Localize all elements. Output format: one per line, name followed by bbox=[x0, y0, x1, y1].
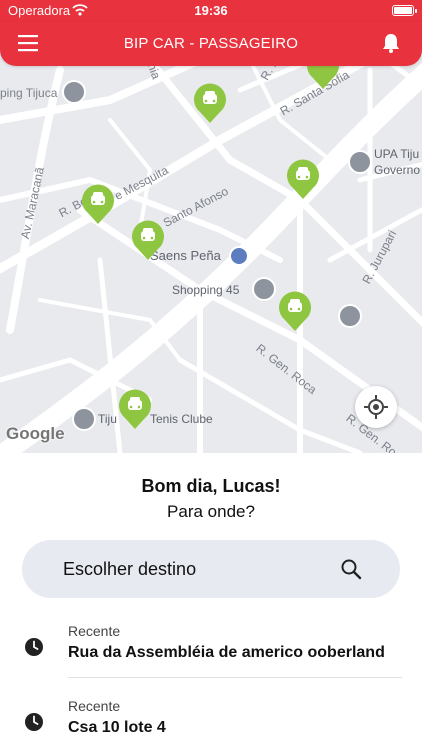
recent-label: Recente bbox=[68, 623, 121, 639]
place-label-upa: UPA Tiju bbox=[374, 147, 420, 161]
search-icon bbox=[341, 559, 362, 580]
car-marker-icon[interactable] bbox=[286, 158, 320, 200]
clock-icon bbox=[25, 638, 43, 656]
greeting-text: Bom dia, Lucas! bbox=[141, 476, 281, 496]
recent-label: Recente bbox=[68, 698, 121, 714]
place-label-tijuca: ping Tijuca bbox=[0, 86, 58, 100]
recent-address: Csa 10 lote 4 bbox=[68, 719, 166, 736]
metro-station-icon[interactable] bbox=[229, 246, 249, 266]
place-label-upa-line2: Governo bbox=[374, 163, 421, 177]
list-divider bbox=[68, 677, 402, 678]
destination-panel: Bom dia, Lucas! Para onde? Escolher dest… bbox=[0, 453, 422, 750]
battery-icon bbox=[392, 5, 417, 16]
clock-icon bbox=[25, 713, 43, 731]
car-marker-icon[interactable] bbox=[193, 82, 227, 124]
place-label-shopping: Shopping 45 bbox=[172, 283, 240, 297]
car-marker-icon[interactable] bbox=[278, 290, 312, 332]
recent-destination-item[interactable]: Recente Rua da Assembléia de americo oob… bbox=[0, 611, 422, 673]
search-placeholder: Escolher destino bbox=[63, 559, 197, 579]
my-location-button[interactable] bbox=[355, 386, 397, 428]
crosshair-icon bbox=[364, 395, 388, 419]
header-title: BIP CAR - PASSAGEIRO bbox=[123, 35, 299, 52]
destination-search-input[interactable]: Escolher destino bbox=[22, 540, 400, 598]
hospital-poi-icon[interactable] bbox=[348, 150, 372, 174]
place-label-tenis: Tiju bbox=[98, 412, 117, 426]
shopping-poi-icon[interactable] bbox=[252, 277, 276, 301]
destination-question: Para onde? bbox=[167, 502, 255, 521]
car-marker-icon[interactable] bbox=[118, 388, 152, 430]
parking-poi-icon[interactable] bbox=[62, 80, 86, 104]
google-attribution-logo: Google bbox=[6, 424, 65, 443]
app-header: BIP CAR - PASSAGEIRO bbox=[0, 22, 422, 66]
hotel-poi-icon[interactable] bbox=[338, 304, 362, 328]
place-label-tenis-rest: Tenis Clube bbox=[150, 412, 213, 426]
car-marker-icon[interactable] bbox=[131, 219, 165, 261]
car-marker-icon[interactable] bbox=[81, 183, 115, 225]
club-poi-icon[interactable] bbox=[72, 407, 96, 431]
clock-time: 19:36 bbox=[194, 3, 228, 18]
bell-icon[interactable] bbox=[380, 32, 402, 54]
recent-address: Rua da Assembléia de americo ooberland bbox=[68, 644, 385, 661]
recent-destination-item[interactable]: Recente Csa 10 lote 4 bbox=[0, 686, 422, 748]
status-bar: Operadora 19:36 bbox=[0, 0, 422, 22]
map-view[interactable]: ping Tijuca R. Santa Sofia R. B nia R. B… bbox=[0, 0, 422, 453]
